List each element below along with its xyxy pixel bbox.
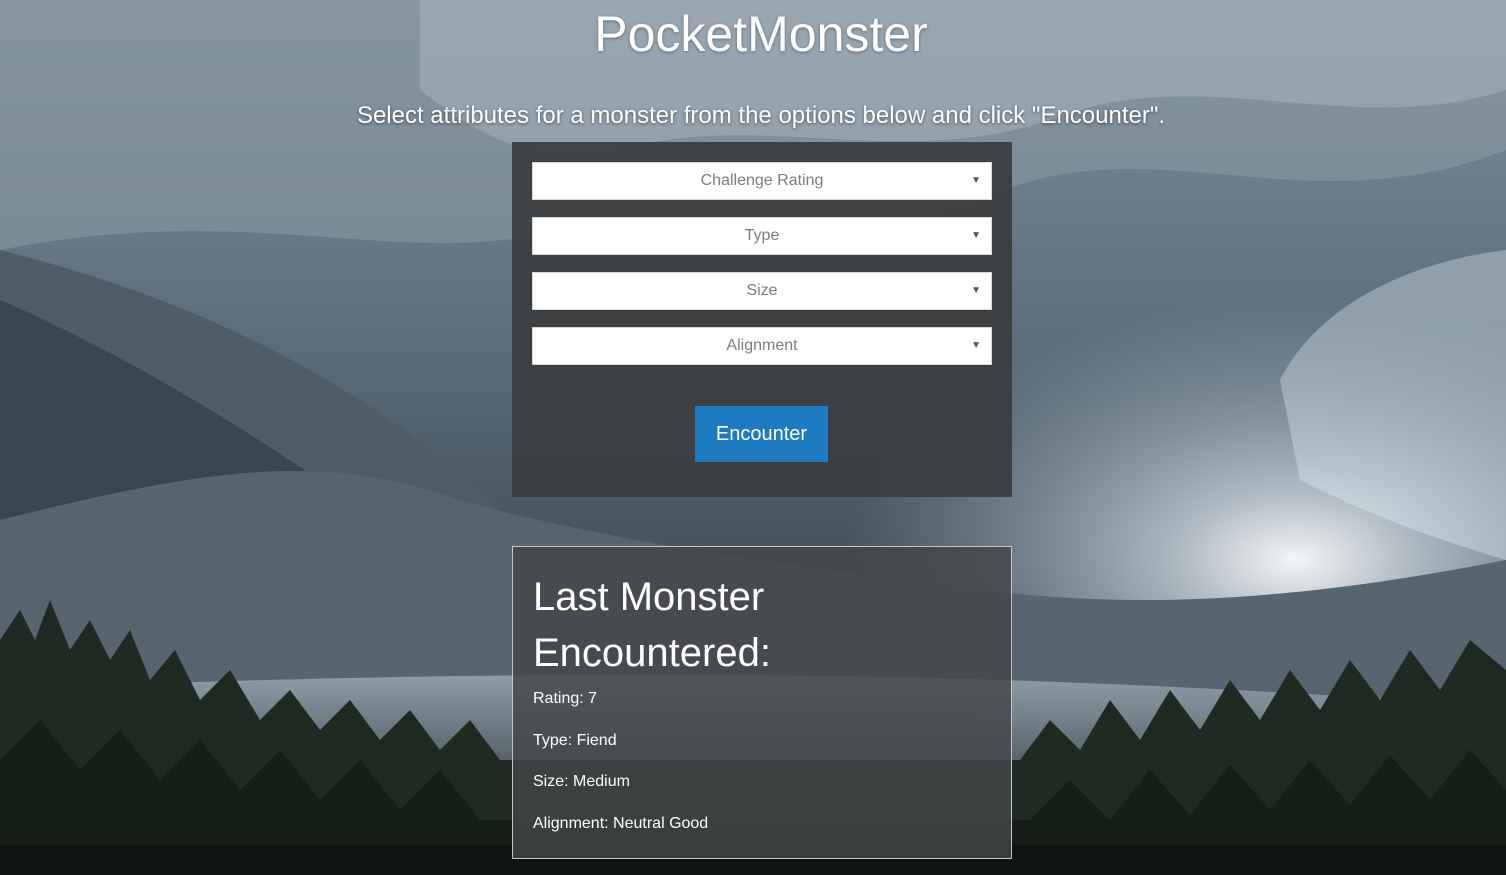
monster-type: Type: Fiend — [533, 732, 617, 749]
chevron-down-icon: ▼ — [971, 230, 981, 241]
challenge-rating-select[interactable]: Challenge Rating ▼ — [532, 162, 992, 200]
chevron-down-icon: ▼ — [971, 285, 981, 296]
chevron-down-icon: ▼ — [971, 175, 981, 186]
monster-alignment: Alignment: Neutral Good — [533, 815, 709, 832]
chevron-down-icon: ▼ — [971, 340, 981, 351]
encounter-button[interactable]: Encounter — [695, 406, 828, 462]
monster-size: Size: Medium — [533, 773, 630, 790]
last-monster-panel: Last Monster Encountered: Rating: 7 Type… — [512, 546, 1012, 859]
monster-rating: Rating: 7 — [533, 690, 598, 707]
challenge-rating-select-label: Challenge Rating — [700, 172, 824, 189]
size-select[interactable]: Size ▼ — [532, 272, 992, 310]
monster-form: Challenge Rating ▼ Type ▼ Size ▼ Alignme… — [512, 142, 1012, 497]
page: PocketMonster Select attributes for a mo… — [0, 0, 1506, 875]
size-select-label: Size — [746, 282, 778, 299]
alignment-select[interactable]: Alignment ▼ — [532, 327, 992, 365]
page-subtitle: Select attributes for a monster from the… — [356, 102, 1166, 129]
type-select-label: Type — [744, 227, 780, 244]
last-monster-heading: Last Monster Encountered: — [533, 575, 771, 675]
page-title: PocketMonster — [594, 6, 928, 62]
type-select[interactable]: Type ▼ — [532, 217, 992, 255]
alignment-select-label: Alignment — [726, 337, 798, 354]
